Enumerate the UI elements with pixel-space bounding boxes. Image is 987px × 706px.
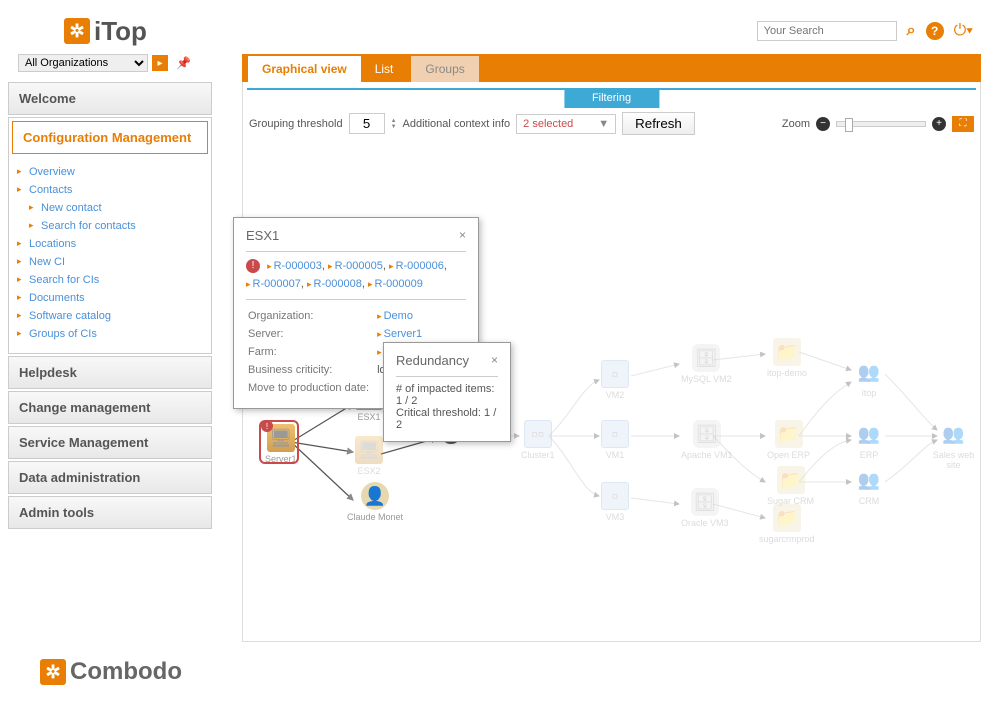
node-server1[interactable]: 🖥!Server1: [265, 424, 297, 464]
submenu-search-contacts[interactable]: Search for contacts: [41, 217, 211, 235]
context-info-select[interactable]: 2 selected▼: [516, 114, 616, 134]
tab-groups[interactable]: Groups: [411, 56, 478, 82]
popup-esx1-close[interactable]: ×: [459, 228, 466, 243]
node-sugarcrmprod[interactable]: 📁sugarcrmprod: [759, 504, 815, 544]
logo-text: iTop: [94, 16, 147, 47]
node-crm[interactable]: 👥CRM: [855, 466, 883, 506]
node-sugarcrm[interactable]: 📁Sugar CRM: [767, 466, 814, 506]
fullscreen-button[interactable]: ⛶: [952, 116, 974, 132]
footer-logo-text: Combodo: [70, 658, 182, 686]
context-info-label: Additional context info: [403, 118, 511, 130]
footer-logo-icon: ✲: [40, 659, 66, 685]
popup-redundancy-close[interactable]: ×: [491, 353, 498, 368]
node-vm2[interactable]: ▫VM2: [601, 360, 629, 400]
node-vm3[interactable]: ▫VM3: [601, 482, 629, 522]
error-icon: !: [246, 259, 260, 273]
ticket-link[interactable]: R-000009: [375, 278, 423, 290]
submenu-groups-cis[interactable]: Groups of CIs: [29, 325, 211, 343]
node-itop[interactable]: 👥itop: [855, 358, 883, 398]
submenu-search-cis[interactable]: Search for CIs: [29, 271, 211, 289]
zoom-out-button[interactable]: −: [816, 117, 830, 131]
menu-data-admin[interactable]: Data administration: [9, 462, 211, 493]
node-openerp[interactable]: 📁Open ERP: [767, 420, 810, 460]
menu-service-mgmt[interactable]: Service Management: [9, 427, 211, 458]
logo-icon: ✲: [64, 18, 90, 44]
footer-logo: ✲ Combodo: [40, 658, 182, 686]
grouping-threshold-input[interactable]: [349, 113, 385, 134]
ticket-link[interactable]: R-000007: [253, 278, 301, 290]
ticket-link[interactable]: R-000008: [314, 278, 362, 290]
node-itop-demo[interactable]: 📁itop-demo: [767, 338, 807, 378]
grouping-threshold-label: Grouping threshold: [249, 118, 343, 130]
submenu-overview[interactable]: Overview: [29, 163, 211, 181]
ticket-link[interactable]: R-000006: [396, 260, 444, 272]
submenu-contacts[interactable]: Contacts: [29, 181, 211, 199]
help-icon[interactable]: ?: [926, 22, 944, 40]
tab-graphical-view[interactable]: Graphical view: [248, 56, 361, 82]
zoom-slider-handle[interactable]: [845, 118, 853, 132]
zoom-in-button[interactable]: +: [932, 117, 946, 131]
node-oracle-vm3[interactable]: 🗄Oracle VM3: [681, 488, 729, 528]
search-icon[interactable]: ⌕: [907, 22, 916, 40]
org-go-button[interactable]: ▸: [152, 55, 168, 71]
filtering-toggle[interactable]: Filtering: [564, 88, 659, 108]
node-esx2[interactable]: 🖥ESX2: [355, 436, 383, 476]
org-link[interactable]: Demo: [384, 310, 413, 322]
menu-welcome[interactable]: Welcome: [9, 83, 211, 114]
menu-admin-tools[interactable]: Admin tools: [9, 497, 211, 528]
menu-config-mgmt[interactable]: Configuration Management: [12, 121, 208, 154]
node-mysql-vm2[interactable]: 🗄MySQL VM2: [681, 344, 732, 384]
submenu-new-ci[interactable]: New CI: [29, 253, 211, 271]
submenu-software-catalog[interactable]: Software catalog: [29, 307, 211, 325]
popup-redundancy: Redundancy× # of impacted items: 1 / 2 C…: [383, 342, 511, 442]
submenu-new-contact[interactable]: New contact: [41, 199, 211, 217]
ticket-link[interactable]: R-000005: [335, 260, 383, 272]
node-apache-vm1[interactable]: 🗄Apache VM1: [681, 420, 733, 460]
tab-list[interactable]: List: [361, 56, 408, 82]
menu-change-mgmt[interactable]: Change management: [9, 392, 211, 423]
ticket-link[interactable]: R-000003: [274, 260, 322, 272]
popup-redundancy-title: Redundancy: [396, 353, 469, 368]
node-vm1[interactable]: ▫VM1: [601, 420, 629, 460]
app-logo: ✲ iTop: [64, 16, 147, 47]
node-claude-monet[interactable]: 👤Claude Monet: [347, 482, 403, 522]
org-select[interactable]: All Organizations: [18, 54, 148, 72]
popup-esx1-title: ESX1: [246, 228, 279, 243]
node-sales[interactable]: 👥Sales web site: [927, 420, 980, 470]
submenu-documents[interactable]: Documents: [29, 289, 211, 307]
submenu-locations[interactable]: Locations: [29, 235, 211, 253]
grouping-spinner[interactable]: ▲▼: [391, 118, 397, 130]
node-cluster1[interactable]: ▫▫Cluster1: [521, 420, 555, 460]
zoom-label: Zoom: [782, 118, 810, 130]
refresh-button[interactable]: Refresh: [622, 112, 695, 135]
power-icon[interactable]: ⏻▾: [954, 22, 973, 40]
server-link[interactable]: Server1: [384, 328, 423, 340]
menu-helpdesk[interactable]: Helpdesk: [9, 357, 211, 388]
zoom-slider[interactable]: [836, 121, 926, 127]
pin-icon[interactable]: 📌: [176, 56, 191, 70]
node-erp[interactable]: 👥ERP: [855, 420, 883, 460]
search-input[interactable]: [757, 21, 897, 41]
